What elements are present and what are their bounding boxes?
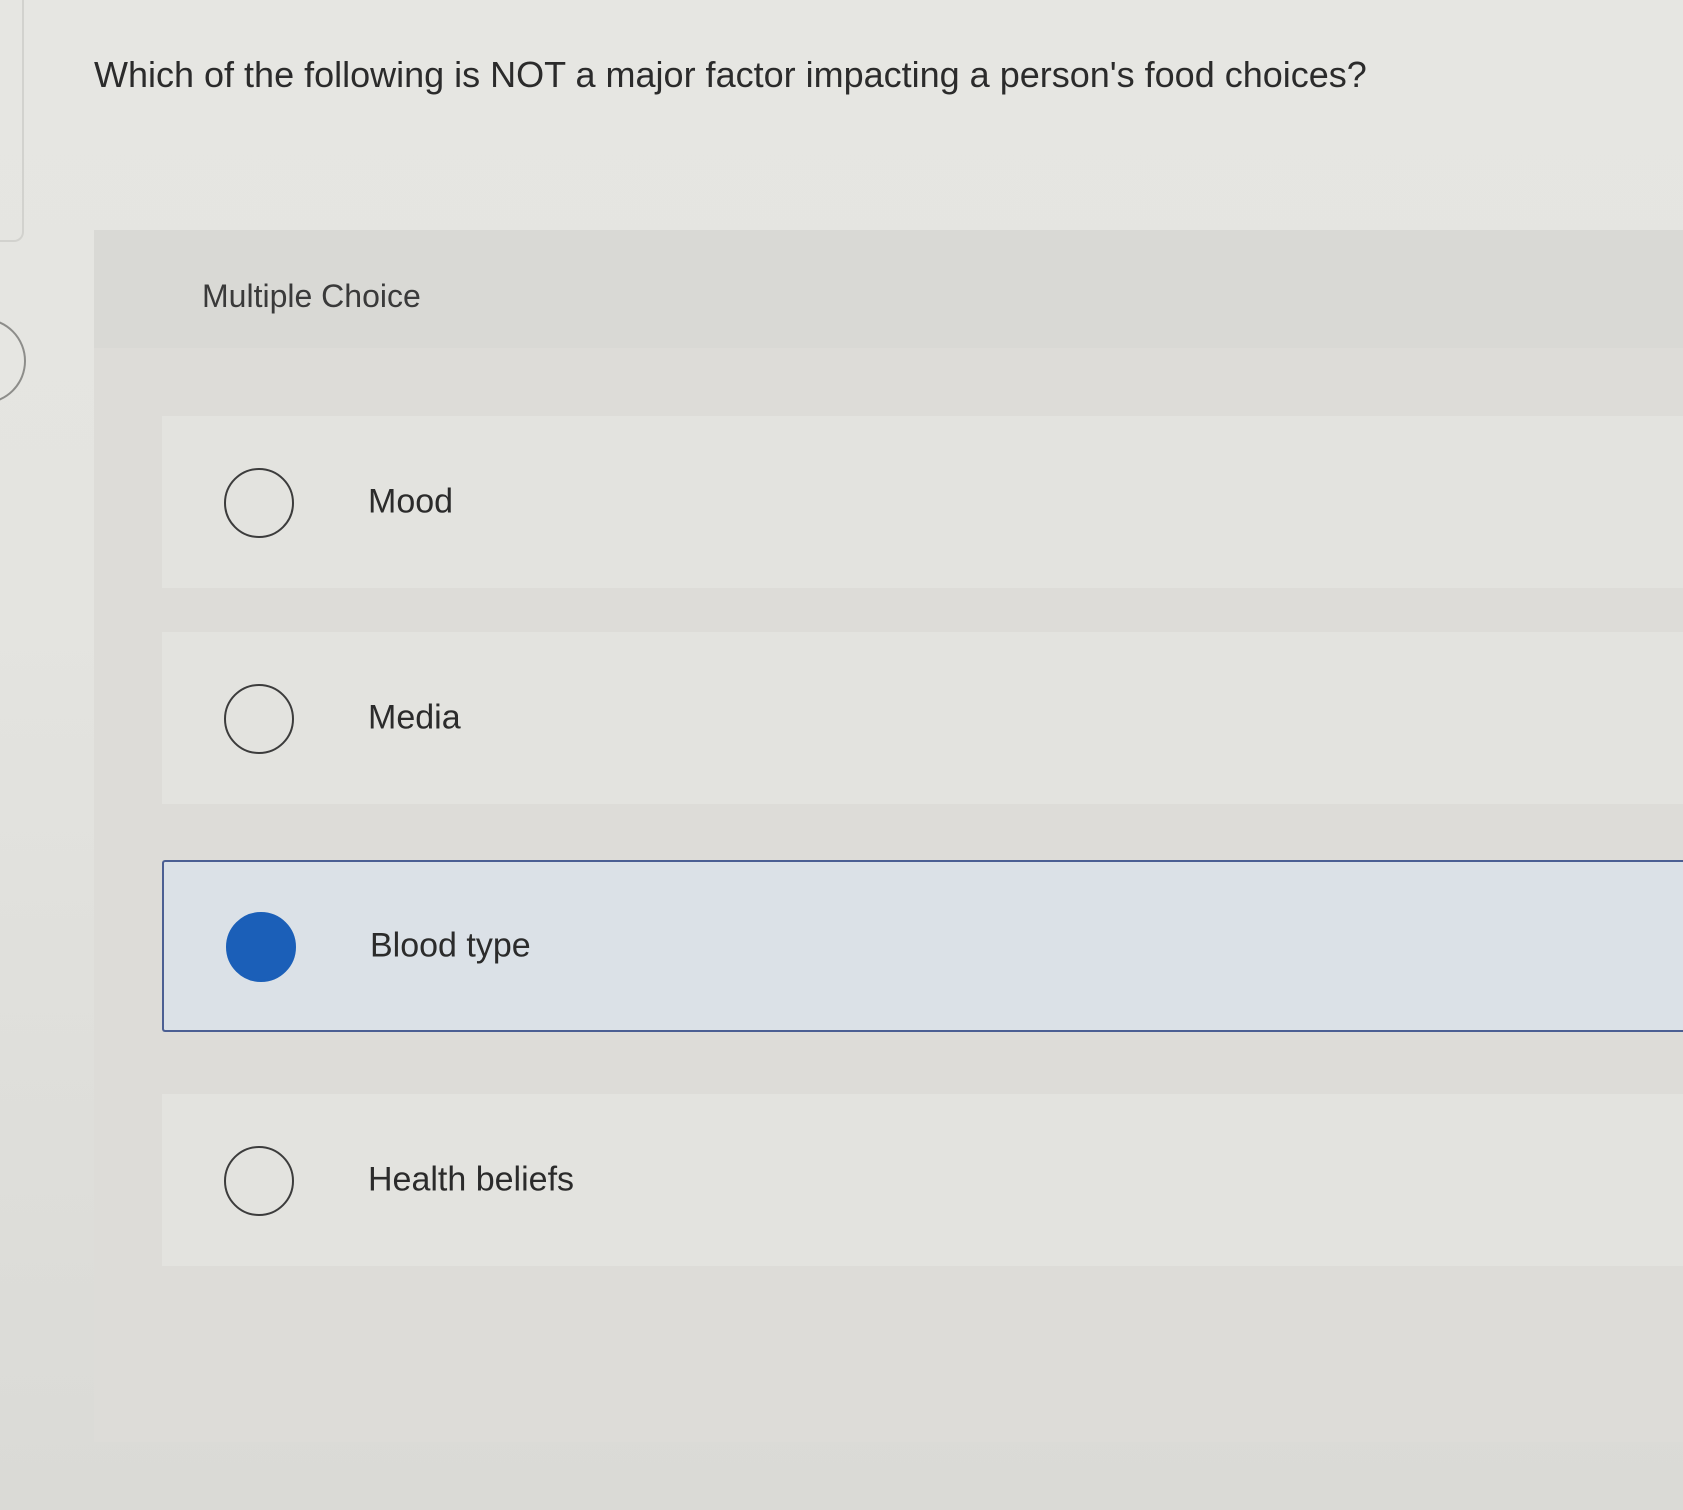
option-mood[interactable]: Mood xyxy=(162,416,1683,588)
option-label: Media xyxy=(368,698,461,737)
radio-button[interactable] xyxy=(224,1146,294,1216)
question-type-label: Multiple Choice xyxy=(202,278,421,314)
option-media[interactable]: Media xyxy=(162,632,1683,804)
radio-button-selected[interactable] xyxy=(226,912,296,982)
radio-button[interactable] xyxy=(224,684,294,754)
question-text: Which of the following is NOT a major fa… xyxy=(94,54,1367,95)
panel-header: Multiple Choice xyxy=(94,230,1683,348)
side-tab-button[interactable] xyxy=(0,318,26,404)
option-blood-type[interactable]: Blood type xyxy=(162,860,1683,1032)
answer-panel: Multiple Choice Mood Media Blood type He… xyxy=(94,230,1683,1442)
radio-button[interactable] xyxy=(224,468,294,538)
left-frame-edge xyxy=(0,0,24,242)
option-label: Blood type xyxy=(370,926,531,965)
option-health-beliefs[interactable]: Health beliefs xyxy=(162,1094,1683,1266)
option-label: Health beliefs xyxy=(368,1160,575,1199)
option-label: Mood xyxy=(368,482,454,521)
